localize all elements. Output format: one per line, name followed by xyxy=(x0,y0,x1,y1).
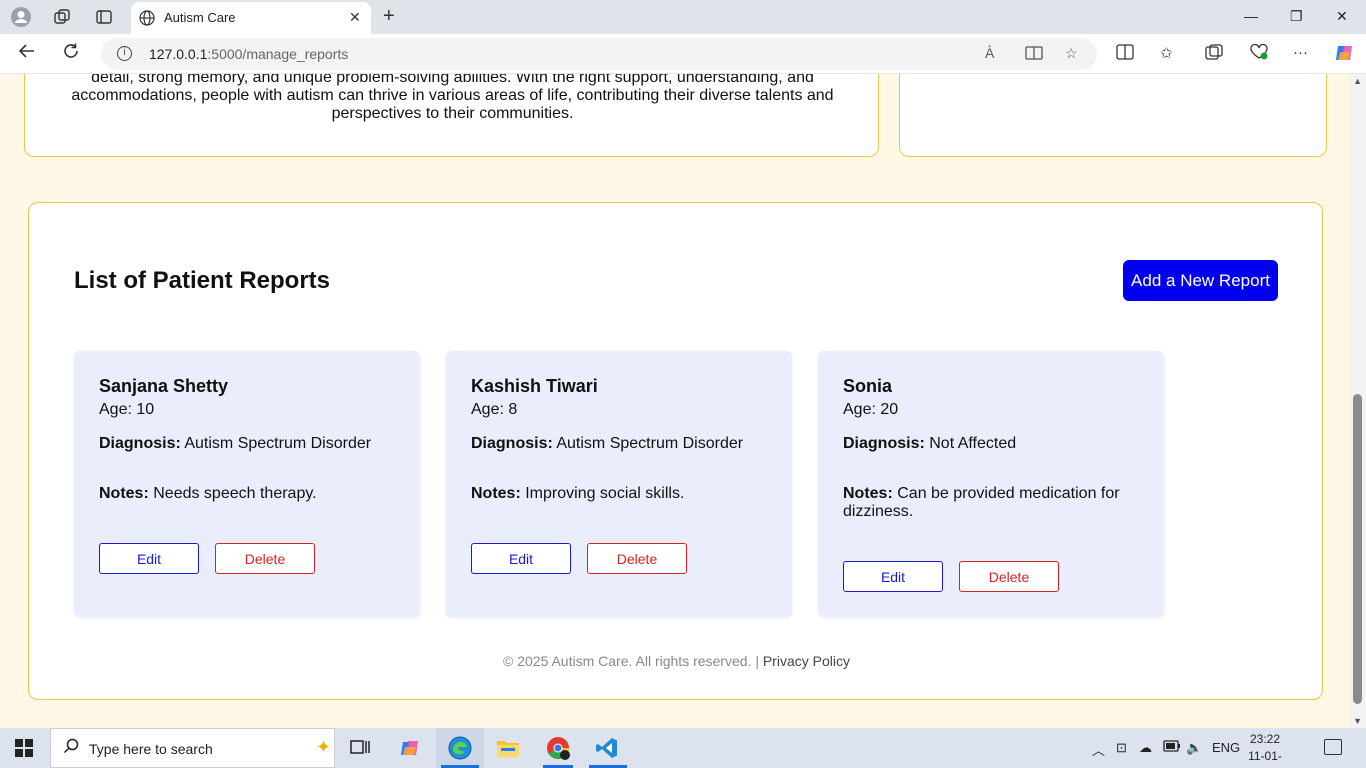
notifications-icon[interactable] xyxy=(1324,739,1342,755)
close-window-icon[interactable]: ✕ xyxy=(1336,8,1348,25)
profile-icon[interactable] xyxy=(10,6,32,28)
collections-icon[interactable] xyxy=(1205,44,1223,64)
privacy-policy-link[interactable]: Privacy Policy xyxy=(763,653,850,669)
edit-button[interactable]: Edit xyxy=(471,543,571,574)
tab-title: Autism Care xyxy=(164,10,236,25)
scrollbar-thumb[interactable] xyxy=(1353,394,1362,704)
tab-actions-icon[interactable] xyxy=(93,6,115,28)
language-indicator[interactable]: ENG xyxy=(1212,740,1240,755)
patient-notes: Notes: Can be provided medication for di… xyxy=(843,485,1120,520)
patient-diagnosis: Diagnosis: Autism Spectrum Disorder xyxy=(99,435,372,452)
url-text[interactable]: 127.0.0.1:5000/manage_reports xyxy=(149,46,348,62)
show-hidden-icons-icon[interactable]: ︿ xyxy=(1092,740,1105,759)
new-tab-icon[interactable]: + xyxy=(383,6,395,26)
close-tab-icon[interactable]: ✕ xyxy=(349,9,361,26)
patient-report-card: Sanjana Shetty Age: 10 Diagnosis: Autism… xyxy=(74,351,420,617)
browser-tab-bar: Autism Care ✕ + — ❐ ✕ xyxy=(0,0,1366,34)
delete-button[interactable]: Delete xyxy=(587,543,687,574)
split-screen-icon[interactable] xyxy=(1116,44,1134,64)
patient-name: Sonia xyxy=(843,376,893,396)
patient-diagnosis: Diagnosis: Autism Spectrum Disorder xyxy=(471,435,744,452)
volume-icon[interactable]: 🔈 xyxy=(1186,740,1202,756)
copilot-icon[interactable] xyxy=(1333,42,1355,68)
edge-browser-icon[interactable] xyxy=(447,736,473,760)
clock-time: 23:22 xyxy=(1249,732,1281,746)
minimize-icon[interactable]: — xyxy=(1244,8,1258,24)
clock-date: 11-01-2025 xyxy=(1248,749,1282,768)
side-info-card xyxy=(899,74,1327,157)
browser-toolbar: i 127.0.0.1:5000/manage_reports A͐ ☆ ✩ ·… xyxy=(0,34,1366,74)
system-clock[interactable]: 23:22 11-01-2025 xyxy=(1243,731,1287,768)
refresh-icon[interactable] xyxy=(62,42,80,65)
page-viewport: detail, strong memory, and unique proble… xyxy=(0,74,1366,728)
edit-button[interactable]: Edit xyxy=(99,543,199,574)
add-new-report-button[interactable]: Add a New Report xyxy=(1123,260,1278,301)
vertical-scrollbar[interactable]: ▲ ▼ xyxy=(1349,74,1366,728)
globe-icon xyxy=(139,10,155,31)
delete-button[interactable]: Delete xyxy=(215,543,315,574)
site-info-icon[interactable]: i xyxy=(117,46,132,61)
patient-diagnosis: Diagnosis: Not Affected xyxy=(843,435,1017,452)
copilot-sparkle-icon: ✦ xyxy=(316,737,332,757)
onedrive-icon[interactable]: ☁ xyxy=(1139,740,1152,756)
patient-reports-section: List of Patient Reports Add a New Report… xyxy=(28,202,1323,700)
page-footer: © 2025 Autism Care. All rights reserved.… xyxy=(29,653,1324,669)
edit-button[interactable]: Edit xyxy=(843,561,943,592)
search-placeholder: Type here to search xyxy=(89,741,213,757)
search-icon xyxy=(63,738,79,759)
meet-now-icon[interactable]: ⊡ xyxy=(1116,740,1127,756)
patient-age: Age: 10 xyxy=(99,401,155,418)
vscode-icon[interactable] xyxy=(594,736,620,760)
patient-report-card: Sonia Age: 20 Diagnosis: Not Affected No… xyxy=(818,351,1164,617)
task-view-icon[interactable] xyxy=(347,736,373,760)
tab-autism-care[interactable]: Autism Care ✕ xyxy=(131,2,371,34)
back-icon[interactable] xyxy=(18,42,36,65)
copilot-app-icon[interactable] xyxy=(397,736,423,760)
favorite-star-icon[interactable]: ☆ xyxy=(1065,45,1078,62)
scroll-down-arrow-icon[interactable]: ▼ xyxy=(1353,716,1362,726)
chrome-icon[interactable] xyxy=(545,736,571,760)
patient-name: Sanjana Shetty xyxy=(99,376,229,396)
about-autism-card: detail, strong memory, and unique proble… xyxy=(24,74,879,157)
windows-start-icon[interactable] xyxy=(15,739,33,757)
patient-notes: Notes: Improving social skills. xyxy=(471,485,685,502)
patient-age: Age: 20 xyxy=(843,401,899,418)
patient-age: Age: 8 xyxy=(471,401,518,418)
immersive-reader-icon[interactable] xyxy=(1025,45,1043,64)
patient-notes: Notes: Needs speech therapy. xyxy=(99,485,317,502)
restore-icon[interactable]: ❐ xyxy=(1290,8,1303,25)
read-aloud-icon[interactable]: A͐ xyxy=(985,45,994,61)
battery-icon[interactable] xyxy=(1163,740,1181,755)
more-menu-icon[interactable]: ··· xyxy=(1293,44,1308,61)
scroll-up-arrow-icon[interactable]: ▲ xyxy=(1353,76,1362,86)
favorites-icon[interactable]: ✩ xyxy=(1160,44,1173,62)
delete-button[interactable]: Delete xyxy=(959,561,1059,592)
patient-name: Kashish Tiwari xyxy=(471,376,598,396)
file-explorer-icon[interactable] xyxy=(495,736,521,760)
browser-essentials-icon[interactable] xyxy=(1249,43,1269,64)
about-autism-text: detail, strong memory, and unique proble… xyxy=(71,74,834,122)
windows-taskbar: Type here to search ✦ ︿ ⊡ ☁ 🔈 ENG 23:22 … xyxy=(0,728,1366,768)
taskbar-search-box[interactable]: Type here to search ✦ xyxy=(50,728,335,768)
copyright-text: © 2025 Autism Care. All rights reserved.… xyxy=(503,653,759,669)
workspaces-icon[interactable] xyxy=(51,6,73,28)
reports-heading: List of Patient Reports xyxy=(74,267,331,294)
patient-report-card: Kashish Tiwari Age: 8 Diagnosis: Autism … xyxy=(446,351,792,617)
address-bar[interactable]: i 127.0.0.1:5000/manage_reports A͐ ☆ xyxy=(101,38,1097,70)
